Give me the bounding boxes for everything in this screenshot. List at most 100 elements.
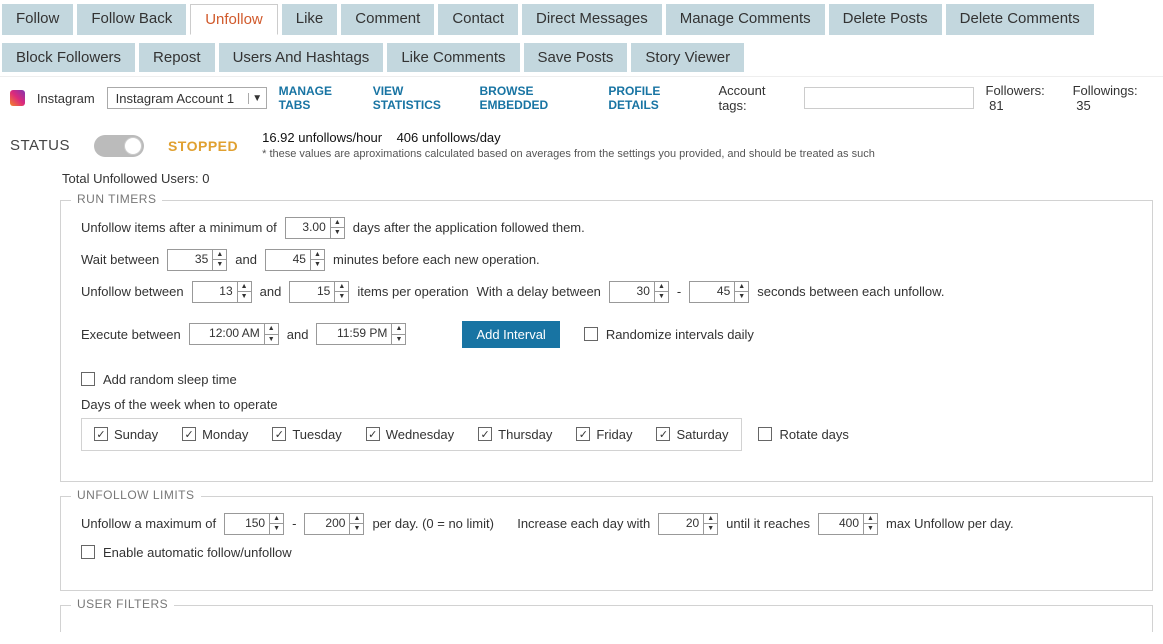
spinner-icon[interactable]: ▲▼ — [863, 514, 877, 534]
account-tags-input[interactable] — [804, 87, 974, 109]
tab-unfollow[interactable]: Unfollow — [190, 4, 278, 35]
account-select[interactable]: Instagram Account 1 ▼ — [107, 87, 267, 109]
tab-like[interactable]: Like — [282, 4, 338, 35]
rt-dash1: - — [677, 284, 681, 299]
rotate-days-checkbox[interactable] — [758, 427, 772, 441]
tab-block-followers[interactable]: Block Followers — [2, 43, 135, 72]
rt-wait-max-value: 45 — [266, 250, 310, 270]
auto-followunfollow-checkbox[interactable] — [81, 545, 95, 559]
ul-line1c: Increase each day with — [517, 516, 650, 531]
manage-tabs-link[interactable]: MANAGE TABS — [279, 84, 361, 112]
rt-items-max-value: 15 — [290, 282, 334, 302]
tab-follow-back[interactable]: Follow Back — [77, 4, 186, 35]
toolbar: Instagram Instagram Account 1 ▼ MANAGE T… — [0, 76, 1163, 119]
ul-inc-stepper[interactable]: 20 ▲▼ — [658, 513, 718, 535]
day-wednesday-checkbox[interactable]: ✓ — [366, 427, 380, 441]
followings-label: Followings: — [1073, 83, 1138, 98]
spinner-icon[interactable]: ▲▼ — [654, 282, 668, 302]
rt-delay-min-stepper[interactable]: 30 ▲▼ — [609, 281, 669, 303]
rt-items-min-stepper[interactable]: 13 ▲▼ — [192, 281, 252, 303]
auto-followunfollow-label: Enable automatic follow/unfollow — [103, 545, 292, 560]
unfollow-limits-legend: UNFOLLOW LIMITS — [71, 488, 201, 502]
day-sunday-checkbox[interactable]: ✓ — [94, 427, 108, 441]
ul-cap-stepper[interactable]: 400 ▲▼ — [818, 513, 878, 535]
rt-line3a: Unfollow between — [81, 284, 184, 299]
randomize-checkbox[interactable] — [584, 327, 598, 341]
day-thursday-label: Thursday — [498, 427, 552, 442]
rate-note: * these values are aproximations calcula… — [262, 147, 875, 162]
day-monday-label: Monday — [202, 427, 248, 442]
view-statistics-link[interactable]: VIEW STATISTICS — [373, 84, 468, 112]
tab-like-comments[interactable]: Like Comments — [387, 43, 519, 72]
rt-and1: and — [235, 252, 257, 267]
spinner-icon[interactable]: ▲▼ — [334, 282, 348, 302]
rt-wait-min-stepper[interactable]: 35 ▲▼ — [167, 249, 227, 271]
day-tuesday-checkbox[interactable]: ✓ — [272, 427, 286, 441]
ul-min-value: 150 — [225, 514, 269, 534]
day-thursday-checkbox[interactable]: ✓ — [478, 427, 492, 441]
day-monday-checkbox[interactable]: ✓ — [182, 427, 196, 441]
rt-line4a: Execute between — [81, 327, 181, 342]
rate-hour-unit: unfollows/hour — [298, 130, 382, 145]
tab-comment[interactable]: Comment — [341, 4, 434, 35]
rt-exec-end-value: 11:59 PM — [317, 324, 391, 344]
spinner-icon[interactable]: ▲▼ — [212, 250, 226, 270]
rt-delay-max-stepper[interactable]: 45 ▲▼ — [689, 281, 749, 303]
rt-days-stepper[interactable]: 3.00 ▲▼ — [285, 217, 345, 239]
status-toggle[interactable] — [94, 135, 144, 157]
spinner-icon[interactable]: ▲▼ — [703, 514, 717, 534]
tab-save-posts[interactable]: Save Posts — [524, 43, 628, 72]
days-label: Days of the week when to operate — [81, 397, 278, 412]
add-sleep-label: Add random sleep time — [103, 372, 237, 387]
day-saturday-checkbox[interactable]: ✓ — [656, 427, 670, 441]
tab-delete-comments[interactable]: Delete Comments — [946, 4, 1094, 35]
rt-delay-max-value: 45 — [690, 282, 734, 302]
tab-repost[interactable]: Repost — [139, 43, 215, 72]
rt-wait-min-value: 35 — [168, 250, 212, 270]
spinner-icon[interactable]: ▲▼ — [310, 250, 324, 270]
tab-contact[interactable]: Contact — [438, 4, 518, 35]
spinner-icon[interactable]: ▲▼ — [264, 324, 278, 344]
rt-exec-end-stepper[interactable]: 11:59 PM ▲▼ — [316, 323, 406, 345]
day-friday-checkbox[interactable]: ✓ — [576, 427, 590, 441]
ul-max-stepper[interactable]: 200 ▲▼ — [304, 513, 364, 535]
spinner-icon[interactable]: ▲▼ — [734, 282, 748, 302]
account-tags-label: Account tags: — [718, 83, 791, 113]
spinner-icon[interactable]: ▲▼ — [349, 514, 363, 534]
add-sleep-checkbox[interactable] — [81, 372, 95, 386]
rt-exec-start-stepper[interactable]: 12:00 AM ▲▼ — [189, 323, 279, 345]
tab-follow[interactable]: Follow — [2, 4, 73, 35]
spinner-icon[interactable]: ▲▼ — [269, 514, 283, 534]
tab-story-viewer[interactable]: Story Viewer — [631, 43, 744, 72]
tab-direct-messages[interactable]: Direct Messages — [522, 4, 662, 35]
ul-line1e: max Unfollow per day. — [886, 516, 1014, 531]
tab-users-hashtags[interactable]: Users And Hashtags — [219, 43, 384, 72]
day-tuesday-label: Tuesday — [292, 427, 341, 442]
followers-label: Followers: — [986, 83, 1045, 98]
rt-wait-max-stepper[interactable]: 45 ▲▼ — [265, 249, 325, 271]
add-interval-button[interactable]: Add Interval — [462, 321, 559, 348]
rt-exec-start-value: 12:00 AM — [190, 324, 264, 344]
spinner-icon[interactable]: ▲▼ — [330, 218, 344, 238]
rt-items-max-stepper[interactable]: 15 ▲▼ — [289, 281, 349, 303]
rate-day-value: 406 — [397, 130, 419, 145]
ul-min-stepper[interactable]: 150 ▲▼ — [224, 513, 284, 535]
account-selected-text: Instagram Account 1 — [108, 91, 248, 106]
rt-and3: and — [287, 327, 309, 342]
ul-dash: - — [292, 516, 296, 531]
followings-value: 35 — [1076, 98, 1090, 113]
tab-manage-comments[interactable]: Manage Comments — [666, 4, 825, 35]
day-friday-label: Friday — [596, 427, 632, 442]
user-filters-fieldset: USER FILTERS — [60, 605, 1153, 632]
status-label: STATUS — [10, 137, 70, 154]
tab-delete-posts[interactable]: Delete Posts — [829, 4, 942, 35]
randomize-label: Randomize intervals daily — [606, 327, 754, 342]
rt-line1b: days after the application followed them… — [353, 220, 585, 235]
profile-details-link[interactable]: PROFILE DETAILS — [608, 84, 706, 112]
user-filters-legend: USER FILTERS — [71, 597, 174, 611]
spinner-icon[interactable]: ▲▼ — [237, 282, 251, 302]
followers-value: 81 — [989, 98, 1003, 113]
spinner-icon[interactable]: ▲▼ — [391, 324, 405, 344]
chevron-down-icon[interactable]: ▼ — [248, 93, 266, 104]
browse-embedded-link[interactable]: BROWSE EMBEDDED — [480, 84, 597, 112]
